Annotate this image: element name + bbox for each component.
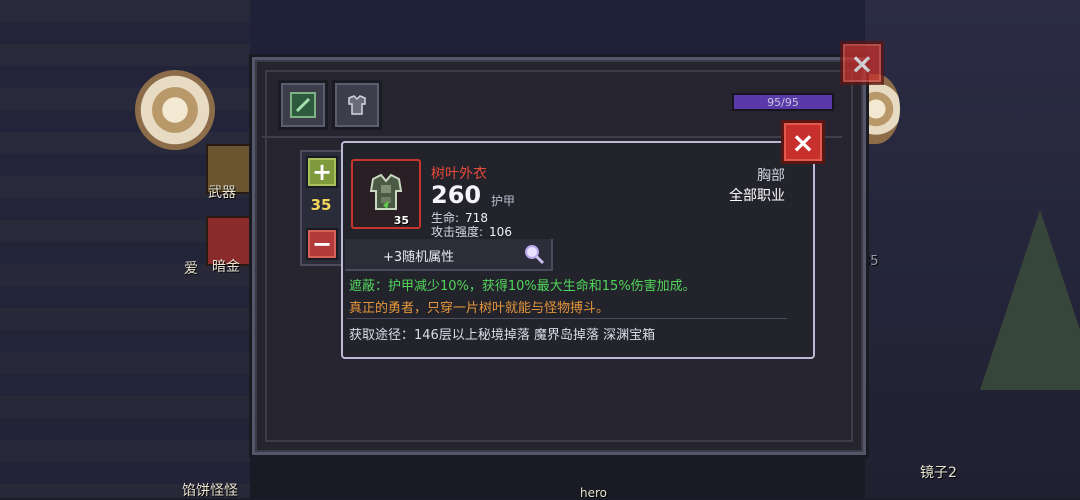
decrease-button[interactable]: − — [306, 228, 338, 260]
random-attributes-label: +3随机属性 — [383, 250, 455, 265]
item-effect: 遮蔽：护甲减少10%，获得10%最大生命和15%伤害加成。 — [349, 279, 696, 294]
plus-icon: + — [311, 158, 333, 186]
random-attributes-row[interactable]: +3随机属性 — [345, 239, 553, 271]
panel-divider — [262, 136, 842, 138]
armor-tab[interactable] — [332, 80, 382, 130]
left-partial-label: 爱 — [184, 261, 198, 277]
armor-label: 护甲 — [491, 194, 516, 208]
pine-tree — [980, 210, 1080, 390]
resource-bar-text: 95/95 — [767, 95, 799, 109]
item-icon-frame: 35 — [351, 159, 421, 229]
bottom-right-label: 镜子2 — [920, 465, 957, 481]
close-icon: × — [791, 125, 815, 159]
close-icon: × — [850, 46, 874, 80]
level-counter: + 35 − — [300, 150, 346, 266]
increase-button[interactable]: + — [306, 156, 338, 188]
dark-gold-label: 暗金 — [212, 259, 240, 275]
bottom-left-label: 馅饼怪怪 — [182, 483, 238, 499]
slot-type: 胸部 — [757, 168, 785, 184]
source-divider — [347, 318, 787, 319]
item-flavor-text: 真正的勇者，只穿一片树叶就能与怪物搏斗。 — [349, 301, 610, 316]
armor-icon — [348, 95, 366, 115]
item-tooltip: 35 树叶外衣 260 护甲 生命: 718 攻击强度: 106 胸部 全部职业 +… — [341, 141, 815, 359]
item-name: 树叶外衣 — [431, 166, 487, 182]
tooltip-close-button[interactable]: × — [781, 120, 825, 164]
item-level: 35 — [393, 214, 409, 227]
weapon-tab[interactable] — [278, 80, 328, 130]
resource-bar: 95/95 — [732, 93, 834, 111]
panel-close-button[interactable]: × — [840, 41, 884, 85]
leaf-armor-icon — [369, 173, 403, 210]
minus-icon: − — [311, 230, 333, 258]
sword-icon — [290, 92, 316, 118]
stat-attack-label: 攻击强度: — [431, 225, 484, 239]
weapon-label: 武器 — [208, 185, 236, 201]
target-decoration-left — [135, 70, 215, 150]
class-restriction: 全部职业 — [729, 188, 785, 204]
stat-attack: 攻击强度: 106 — [431, 223, 512, 240]
counter-value: 35 — [310, 196, 332, 214]
item-source: 获取途径：146层以上秘境掉落 魔界岛掉落 深渊宝箱 — [349, 328, 656, 343]
armor-value: 260 — [431, 181, 482, 209]
magnifier-icon[interactable] — [523, 243, 545, 265]
stat-attack-value: 106 — [489, 225, 512, 239]
